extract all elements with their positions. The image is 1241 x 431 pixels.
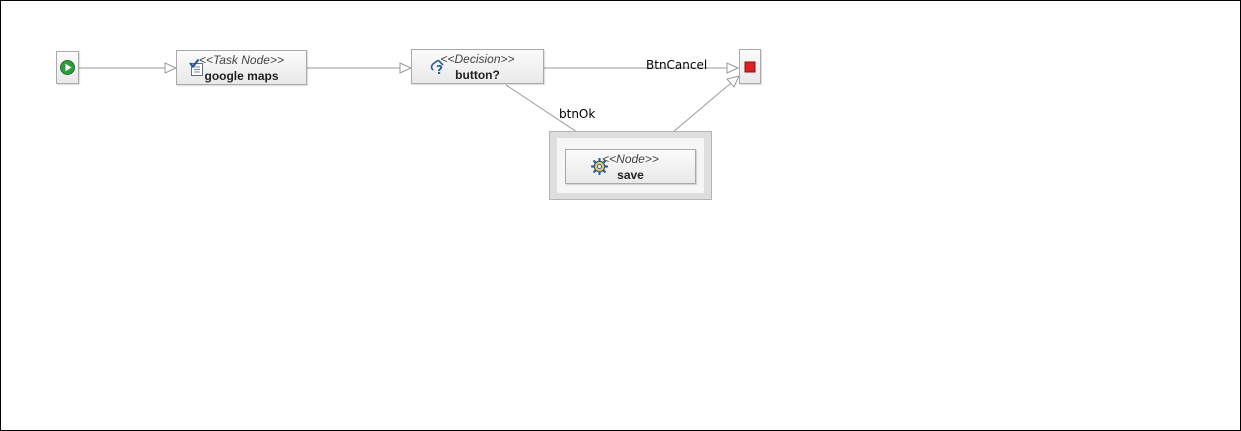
node-save[interactable]: <<Node>> save [565,149,696,184]
start-node[interactable] [56,51,79,84]
node-stereotype: <<Task Node>> [199,53,284,67]
decision-node-button[interactable]: ? <<Decision>> button? [411,49,544,84]
node-name: save [617,168,644,182]
edge-label-btnok: btnOk [559,107,596,121]
edge-start-to-google-maps[interactable] [79,62,178,74]
edge-label-btncancel: BtnCancel [646,58,708,72]
node-name: button? [455,68,500,82]
edge-google-maps-to-decision[interactable] [306,62,413,74]
end-node[interactable] [739,49,761,84]
node-name: google maps [204,69,279,83]
diagram-canvas: <<Task Node>> google maps ? <<Decision>>… [0,0,1241,431]
stop-icon [744,61,756,73]
task-node-google-maps[interactable]: <<Task Node>> google maps [176,50,307,85]
node-stereotype: <<Node>> [602,152,659,166]
edge-decision-to-end[interactable] [543,62,740,74]
node-stereotype: <<Decision>> [440,52,515,66]
play-icon [60,60,75,75]
